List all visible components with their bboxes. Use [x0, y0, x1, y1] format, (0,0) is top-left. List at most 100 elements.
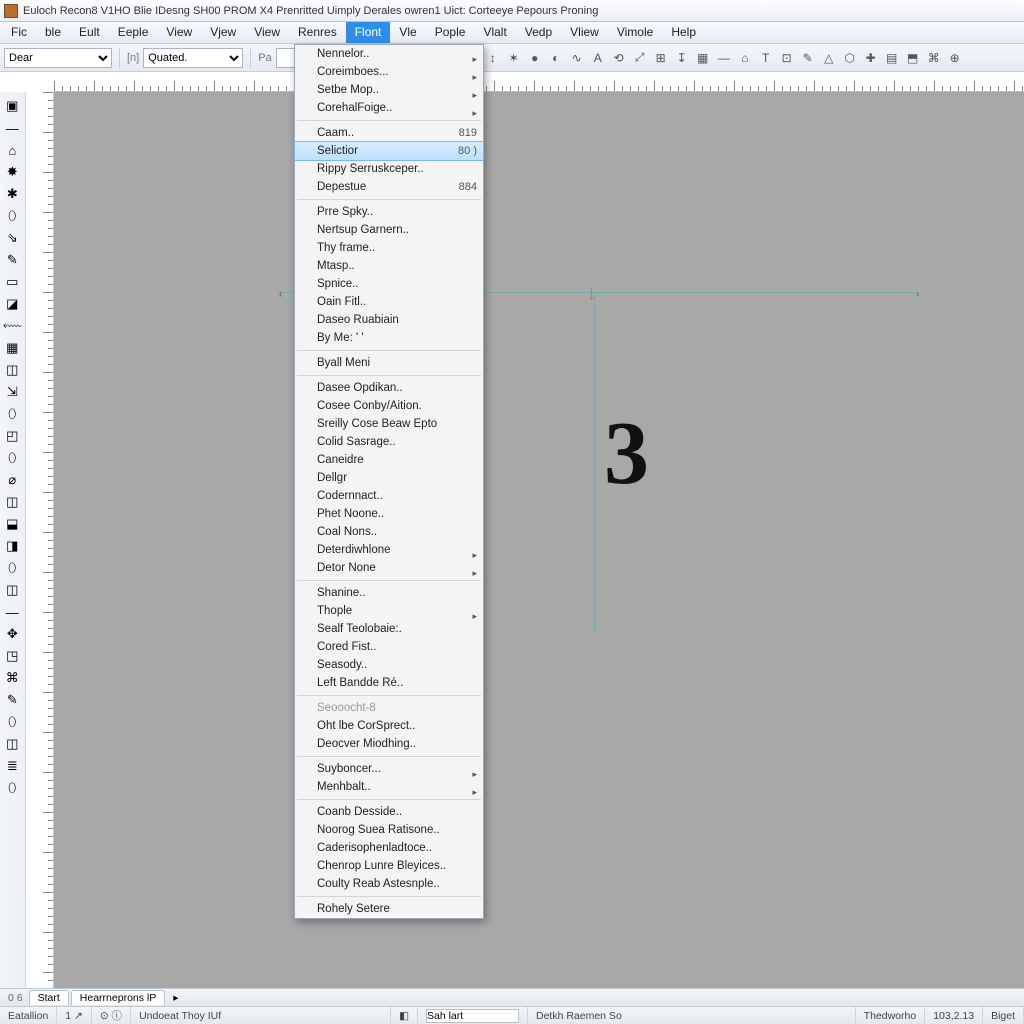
- toolbar-btn-13[interactable]: A: [588, 48, 608, 68]
- menu-item[interactable]: Coulty Reab Astesnple..: [295, 875, 483, 893]
- combo-layer[interactable]: Dear: [4, 48, 112, 68]
- menu-item[interactable]: Depestue884: [295, 178, 483, 196]
- tool-23[interactable]: —: [2, 602, 22, 622]
- toolbar-btn-8[interactable]: ↕: [483, 48, 503, 68]
- tool-18[interactable]: ◫: [2, 492, 22, 512]
- toolbar-btn-15[interactable]: ⤢: [630, 48, 650, 68]
- menu-item[interactable]: Phet Noone..: [295, 505, 483, 523]
- status-tool-icon[interactable]: ◧: [391, 1007, 418, 1024]
- tool-7[interactable]: ✎: [2, 250, 22, 270]
- menu-item[interactable]: Coreimboes...: [295, 63, 483, 81]
- menu-item[interactable]: Noorog Suea Ratisone..: [295, 821, 483, 839]
- menu-item[interactable]: Caderisophenladtoce..: [295, 839, 483, 857]
- combo-style[interactable]: Quated.: [143, 48, 243, 68]
- toolbar-btn-11[interactable]: ◐: [546, 48, 566, 68]
- toolbar-btn-20[interactable]: ⌂: [735, 48, 755, 68]
- status-input[interactable]: [426, 1009, 519, 1023]
- toolbar-btn-16[interactable]: ⊞: [651, 48, 671, 68]
- menu-view[interactable]: View: [245, 22, 289, 43]
- menu-item[interactable]: Cosee Conby/Aition.: [295, 397, 483, 415]
- tool-12[interactable]: ◫: [2, 360, 22, 380]
- tool-11[interactable]: ▦: [2, 338, 22, 358]
- menu-item[interactable]: Codernnact..: [295, 487, 483, 505]
- tool-1[interactable]: —: [2, 118, 22, 138]
- menu-vliew[interactable]: Vliew: [561, 22, 608, 43]
- tool-6[interactable]: ⇘: [2, 228, 22, 248]
- menu-flont[interactable]: Flont: [346, 22, 391, 43]
- menu-item[interactable]: CorehalFoige..: [295, 99, 483, 117]
- tool-9[interactable]: ◪: [2, 294, 22, 314]
- menu-view[interactable]: View: [157, 22, 201, 43]
- menu-item[interactable]: Sealf Teolobaie:.: [295, 620, 483, 638]
- tool-26[interactable]: ⌘: [2, 668, 22, 688]
- tool-4[interactable]: ✱: [2, 184, 22, 204]
- status-icons[interactable]: ⊙ ⓘ: [92, 1007, 131, 1024]
- menu-item[interactable]: Deterdiwhlone: [295, 541, 483, 559]
- menu-item[interactable]: Deocver Miodhing..: [295, 735, 483, 753]
- toolbar-btn-9[interactable]: ✶: [504, 48, 524, 68]
- toolbar-btn-22[interactable]: ⊡: [777, 48, 797, 68]
- tool-3[interactable]: ✸: [2, 162, 22, 182]
- toolbar-btn-10[interactable]: ●: [525, 48, 545, 68]
- menu-item[interactable]: Setbe Mop..: [295, 81, 483, 99]
- menu-item[interactable]: Left Bandde Ré..: [295, 674, 483, 692]
- tool-20[interactable]: ◨: [2, 536, 22, 556]
- status-page[interactable]: 1 ↗: [57, 1007, 92, 1024]
- menu-item[interactable]: Nennelor..: [295, 45, 483, 63]
- tool-8[interactable]: ▭: [2, 272, 22, 292]
- menu-vlalt[interactable]: Vlalt: [474, 22, 515, 43]
- menu-item[interactable]: Caam..819: [295, 124, 483, 142]
- menu-vimole[interactable]: Vimole: [608, 22, 662, 43]
- toolbar-btn-12[interactable]: ∿: [567, 48, 587, 68]
- menu-item[interactable]: Coal Nons..: [295, 523, 483, 541]
- tool-24[interactable]: ✥: [2, 624, 22, 644]
- tab-start[interactable]: Start: [29, 990, 69, 1005]
- menu-item[interactable]: Shanine..: [295, 584, 483, 602]
- tab-doc[interactable]: Hearrneprons lP: [71, 990, 165, 1005]
- menu-item[interactable]: Selictior80 ): [294, 141, 484, 161]
- tool-17[interactable]: ⌀: [2, 470, 22, 490]
- tool-14[interactable]: ⬯: [2, 404, 22, 424]
- menu-item[interactable]: Rippy Serruskceper..: [295, 160, 483, 178]
- tool-13[interactable]: ⇲: [2, 382, 22, 402]
- toolbar-btn-27[interactable]: ▤: [882, 48, 902, 68]
- tool-15[interactable]: ◰: [2, 426, 22, 446]
- menu-fic[interactable]: Fic: [2, 22, 36, 43]
- menu-eeple[interactable]: Eeple: [109, 22, 158, 43]
- menu-item[interactable]: Rohely Setere: [295, 900, 483, 918]
- tool-10[interactable]: ⬳: [2, 316, 22, 336]
- menu-item[interactable]: Oain Fitl..: [295, 293, 483, 311]
- toolbar-btn-24[interactable]: △: [819, 48, 839, 68]
- menu-item[interactable]: Dasee Opdikan..: [295, 379, 483, 397]
- tool-19[interactable]: ⬓: [2, 514, 22, 534]
- menu-item[interactable]: Seasody..: [295, 656, 483, 674]
- toolbar-btn-21[interactable]: T: [756, 48, 776, 68]
- toolbar-btn-17[interactable]: ↧: [672, 48, 692, 68]
- guide-vertical[interactable]: [594, 292, 595, 632]
- toolbar-btn-23[interactable]: ✎: [798, 48, 818, 68]
- tool-30[interactable]: ≣: [2, 756, 22, 776]
- menu-vle[interactable]: Vle: [390, 22, 425, 43]
- menu-renres[interactable]: Renres: [289, 22, 346, 43]
- menu-item[interactable]: Menhbalt..: [295, 778, 483, 796]
- menu-item[interactable]: Coanb Desside..: [295, 803, 483, 821]
- menu-pople[interactable]: Pople: [426, 22, 475, 43]
- menu-item[interactable]: Thople: [295, 602, 483, 620]
- tool-5[interactable]: ⬯: [2, 206, 22, 226]
- tool-28[interactable]: ⬯: [2, 712, 22, 732]
- menu-item[interactable]: Nertsup Garnern..: [295, 221, 483, 239]
- menu-item[interactable]: By Me: ' ': [295, 329, 483, 347]
- toolbar-btn-14[interactable]: ⟲: [609, 48, 629, 68]
- menu-help[interactable]: Help: [662, 22, 705, 43]
- tab-nav-icon[interactable]: ▸: [167, 992, 184, 1004]
- tool-0[interactable]: ▣: [2, 96, 22, 116]
- menu-item[interactable]: Caneidre: [295, 451, 483, 469]
- tool-25[interactable]: ◳: [2, 646, 22, 666]
- tool-22[interactable]: ◫: [2, 580, 22, 600]
- tool-21[interactable]: ⬯: [2, 558, 22, 578]
- menu-item[interactable]: Cored Fist..: [295, 638, 483, 656]
- toolbar-btn-25[interactable]: ⬡: [840, 48, 860, 68]
- tool-16[interactable]: ⬯: [2, 448, 22, 468]
- tool-2[interactable]: ⌂: [2, 140, 22, 160]
- menu-item[interactable]: Suyboncer...: [295, 760, 483, 778]
